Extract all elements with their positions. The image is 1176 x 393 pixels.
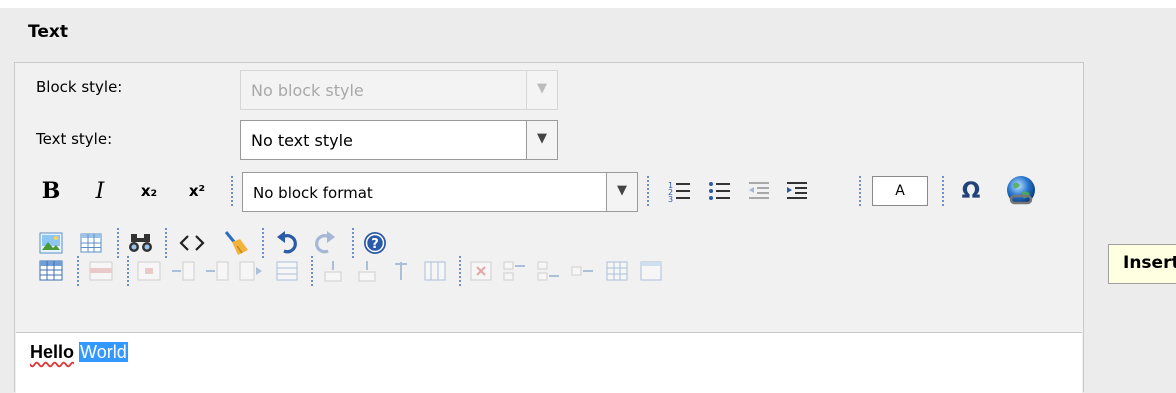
help-button[interactable]: ? xyxy=(360,228,390,258)
globe-link-icon xyxy=(1007,176,1035,205)
toolbar-separator xyxy=(262,228,266,258)
outdent-icon xyxy=(749,182,769,199)
bold-button[interactable]: B xyxy=(36,176,66,206)
toolbar-separator xyxy=(117,228,121,258)
superscript-button[interactable]: x² xyxy=(180,176,214,206)
svg-text:?: ? xyxy=(371,237,379,252)
insert-column-after-button[interactable] xyxy=(352,256,382,286)
split-merged-button[interactable] xyxy=(534,256,564,286)
block-style-select[interactable]: No block style ▼ xyxy=(240,70,558,110)
indent-icon xyxy=(787,182,807,199)
insert-table-button[interactable] xyxy=(76,228,106,258)
table-layout-button[interactable] xyxy=(602,256,632,286)
image-icon xyxy=(39,232,63,254)
insert-link-tooltip: Insert link xyxy=(1108,244,1176,284)
insert-row-before-icon xyxy=(172,261,195,281)
source-code-button[interactable] xyxy=(176,228,208,258)
svg-text:3: 3 xyxy=(668,195,673,203)
special-character-button[interactable]: Ω xyxy=(956,176,986,206)
toolbar-separator xyxy=(231,176,235,206)
grid-icon xyxy=(606,261,628,281)
undo-button[interactable] xyxy=(272,228,302,258)
bullet-list-icon xyxy=(709,182,730,200)
columns-icon xyxy=(424,261,446,281)
delete-cell-button[interactable] xyxy=(466,256,496,286)
section-title: Text xyxy=(28,22,68,42)
misspelled-word: Hello xyxy=(30,342,75,362)
text-style-value: No text style xyxy=(251,131,353,150)
insert-link-button[interactable] xyxy=(1002,172,1040,210)
row-properties-button[interactable] xyxy=(86,256,116,286)
indent-button[interactable] xyxy=(782,176,812,206)
broom-icon xyxy=(224,231,248,255)
ordered-list-button[interactable]: 1 2 3 xyxy=(664,176,694,206)
toolbar-separator xyxy=(352,228,356,258)
subscript-button[interactable]: x₂ xyxy=(132,176,166,206)
row-properties-icon xyxy=(89,261,113,281)
block-format-value: No block format xyxy=(253,184,373,202)
unordered-list-button[interactable] xyxy=(704,176,734,206)
delete-cell-icon xyxy=(470,261,492,281)
find-button[interactable] xyxy=(126,228,156,258)
table-frame-button[interactable] xyxy=(636,256,666,286)
binoculars-icon xyxy=(129,234,152,252)
editor-content-area[interactable]: Hello World xyxy=(16,332,1082,393)
insert-column-before-icon xyxy=(324,261,342,282)
insert-column-before-button[interactable] xyxy=(318,256,348,286)
insert-column-after-icon xyxy=(358,261,376,282)
help-icon: ? xyxy=(364,232,386,254)
toolbar-separator xyxy=(77,256,81,286)
move-cell-icon xyxy=(571,266,593,276)
editor-text: Hello World xyxy=(30,342,128,363)
rows-icon xyxy=(276,261,298,281)
split-cell-button[interactable] xyxy=(272,256,302,286)
font-color-box[interactable]: A xyxy=(872,176,928,206)
insert-row-before-button[interactable] xyxy=(168,256,198,286)
toolbar-separator xyxy=(165,228,169,258)
block-style-value: No block style xyxy=(251,81,364,100)
outdent-button[interactable] xyxy=(744,176,774,206)
toolbar-separator xyxy=(311,256,315,286)
top-strip xyxy=(0,0,1176,8)
chevron-down-icon: ▼ xyxy=(526,121,557,159)
clean-formatting-button[interactable] xyxy=(218,226,252,260)
redo-button[interactable] xyxy=(310,228,340,258)
split-cells-icon xyxy=(537,261,559,281)
redo-icon xyxy=(315,231,335,254)
toolbar-separator xyxy=(647,176,651,206)
block-format-select[interactable]: No block format ▼ xyxy=(242,172,638,212)
toolbar-separator xyxy=(127,256,131,286)
split-columns-button[interactable] xyxy=(420,256,450,286)
insert-row-after-icon xyxy=(206,261,229,281)
undo-icon xyxy=(277,231,297,254)
code-icon xyxy=(179,235,205,251)
chevron-down-icon: ▼ xyxy=(606,173,637,211)
delete-column-icon xyxy=(395,262,407,280)
text-style-select[interactable]: No text style ▼ xyxy=(240,120,558,160)
table-icon xyxy=(80,233,102,253)
italic-button[interactable]: I xyxy=(86,176,114,206)
toolbar-separator xyxy=(459,256,463,286)
table-properties-button[interactable] xyxy=(36,256,66,286)
cell-properties-button[interactable] xyxy=(134,256,164,286)
ordered-list-icon: 1 2 3 xyxy=(668,181,690,203)
selected-text: World xyxy=(79,342,128,362)
delete-column-button[interactable] xyxy=(386,256,416,286)
toolbar-separator xyxy=(942,176,946,206)
merge-cells-icon xyxy=(503,261,525,281)
frame-icon xyxy=(640,261,662,281)
chevron-down-icon: ▼ xyxy=(526,71,557,109)
delete-row-button[interactable] xyxy=(236,256,266,286)
text-style-label: Text style: xyxy=(36,130,113,148)
merge-cells-button[interactable] xyxy=(500,256,530,286)
cell-properties-icon xyxy=(137,261,161,281)
toolbar-separator xyxy=(859,176,863,206)
insert-image-button[interactable] xyxy=(36,228,66,258)
table-grid-icon xyxy=(39,260,63,281)
move-cell-button[interactable] xyxy=(568,256,598,286)
block-style-label: Block style: xyxy=(36,78,123,96)
delete-row-icon xyxy=(239,261,262,281)
insert-row-after-button[interactable] xyxy=(202,256,232,286)
